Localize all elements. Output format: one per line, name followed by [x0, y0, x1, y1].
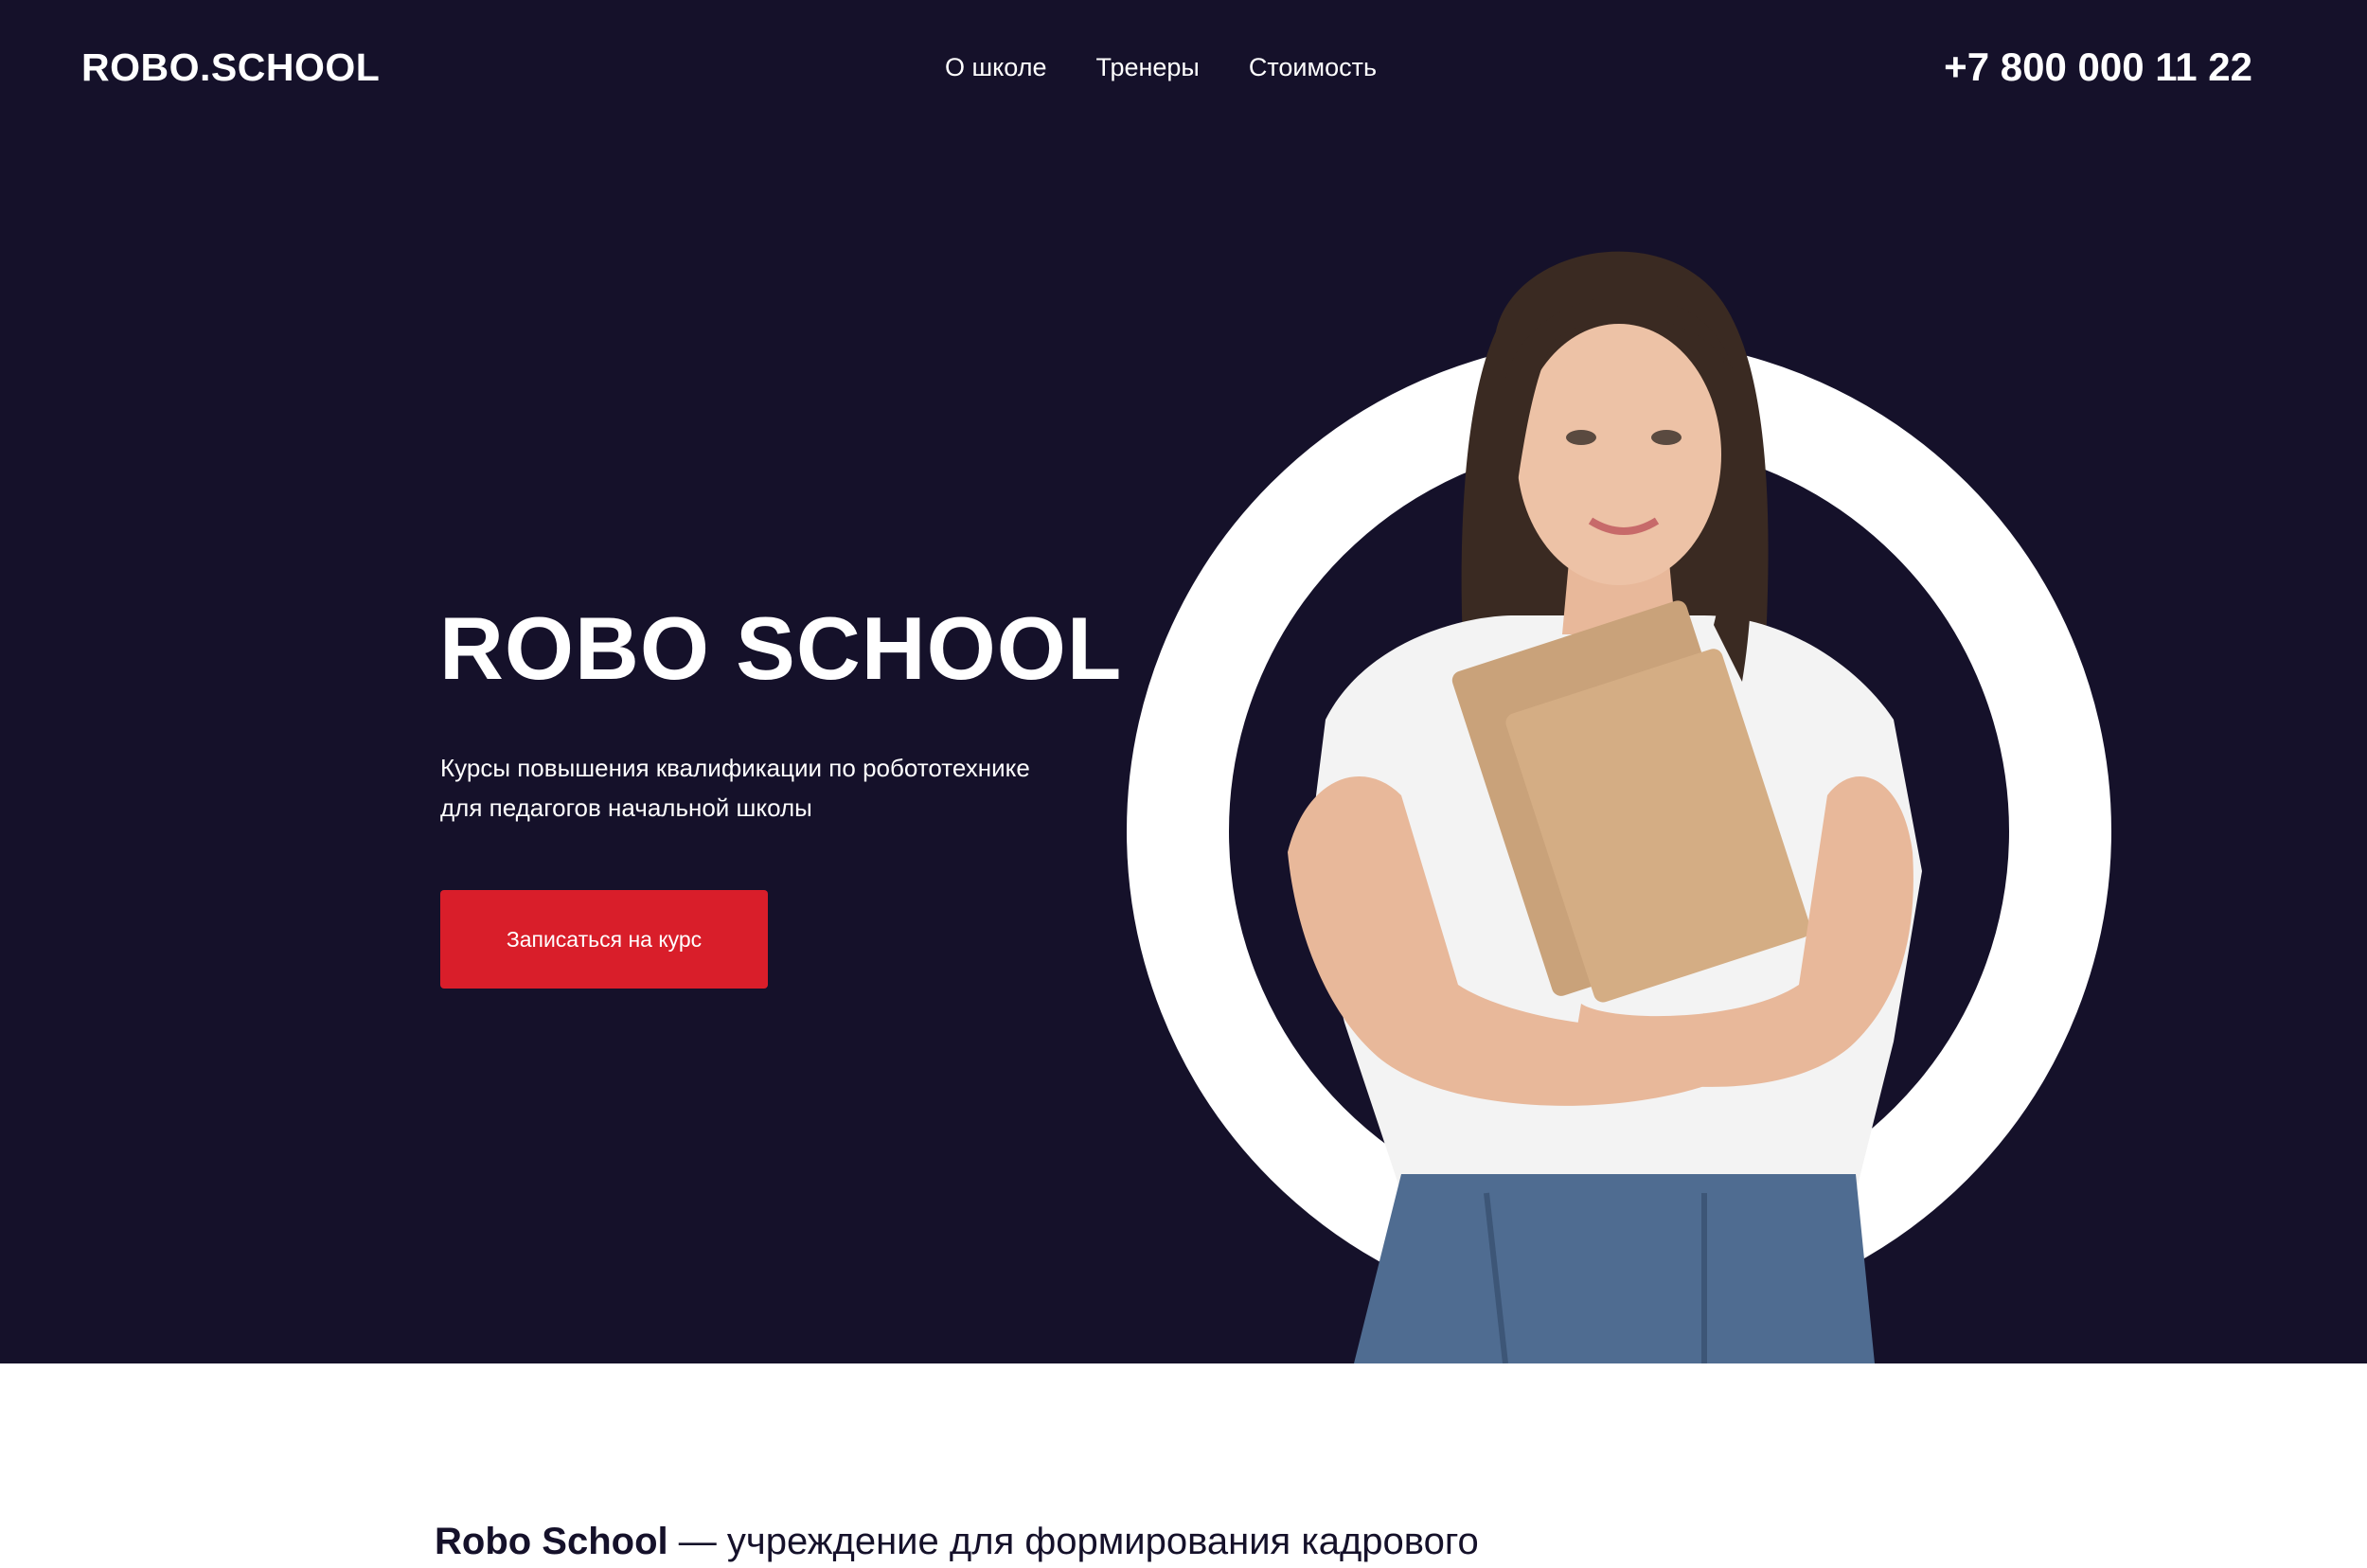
enroll-button[interactable]: Записаться на курс	[440, 890, 768, 989]
about-section: Robo School — учреждение для формировани…	[435, 1515, 1949, 1568]
hero-subtitle-line-2: для педагогов начальной школы	[440, 793, 812, 822]
nav-item-about[interactable]: О школе	[945, 49, 1046, 85]
hero-section: ROBO.SCHOOL О школе Тренеры Стоимость +7…	[0, 0, 2367, 1363]
main-nav: О школе Тренеры Стоимость	[945, 49, 1377, 85]
hero-subtitle: Курсы повышения квалификации по робототе…	[440, 748, 1103, 828]
about-brand: Robo School	[435, 1521, 668, 1562]
phone-link[interactable]: +7 800 000 11 22	[1944, 42, 2252, 93]
nav-item-trainers[interactable]: Тренеры	[1095, 49, 1199, 85]
hero-woman-image	[1288, 251, 1922, 1363]
nav-item-pricing[interactable]: Стоимость	[1249, 49, 1377, 85]
hero-subtitle-line-1: Курсы повышения квалификации по робототе…	[440, 754, 1030, 782]
about-text: — учреждение для формирования кадрового	[667, 1521, 1479, 1562]
site-logo[interactable]: ROBO.SCHOOL	[81, 42, 380, 93]
hero-title: ROBO SCHOOL	[439, 598, 1123, 698]
